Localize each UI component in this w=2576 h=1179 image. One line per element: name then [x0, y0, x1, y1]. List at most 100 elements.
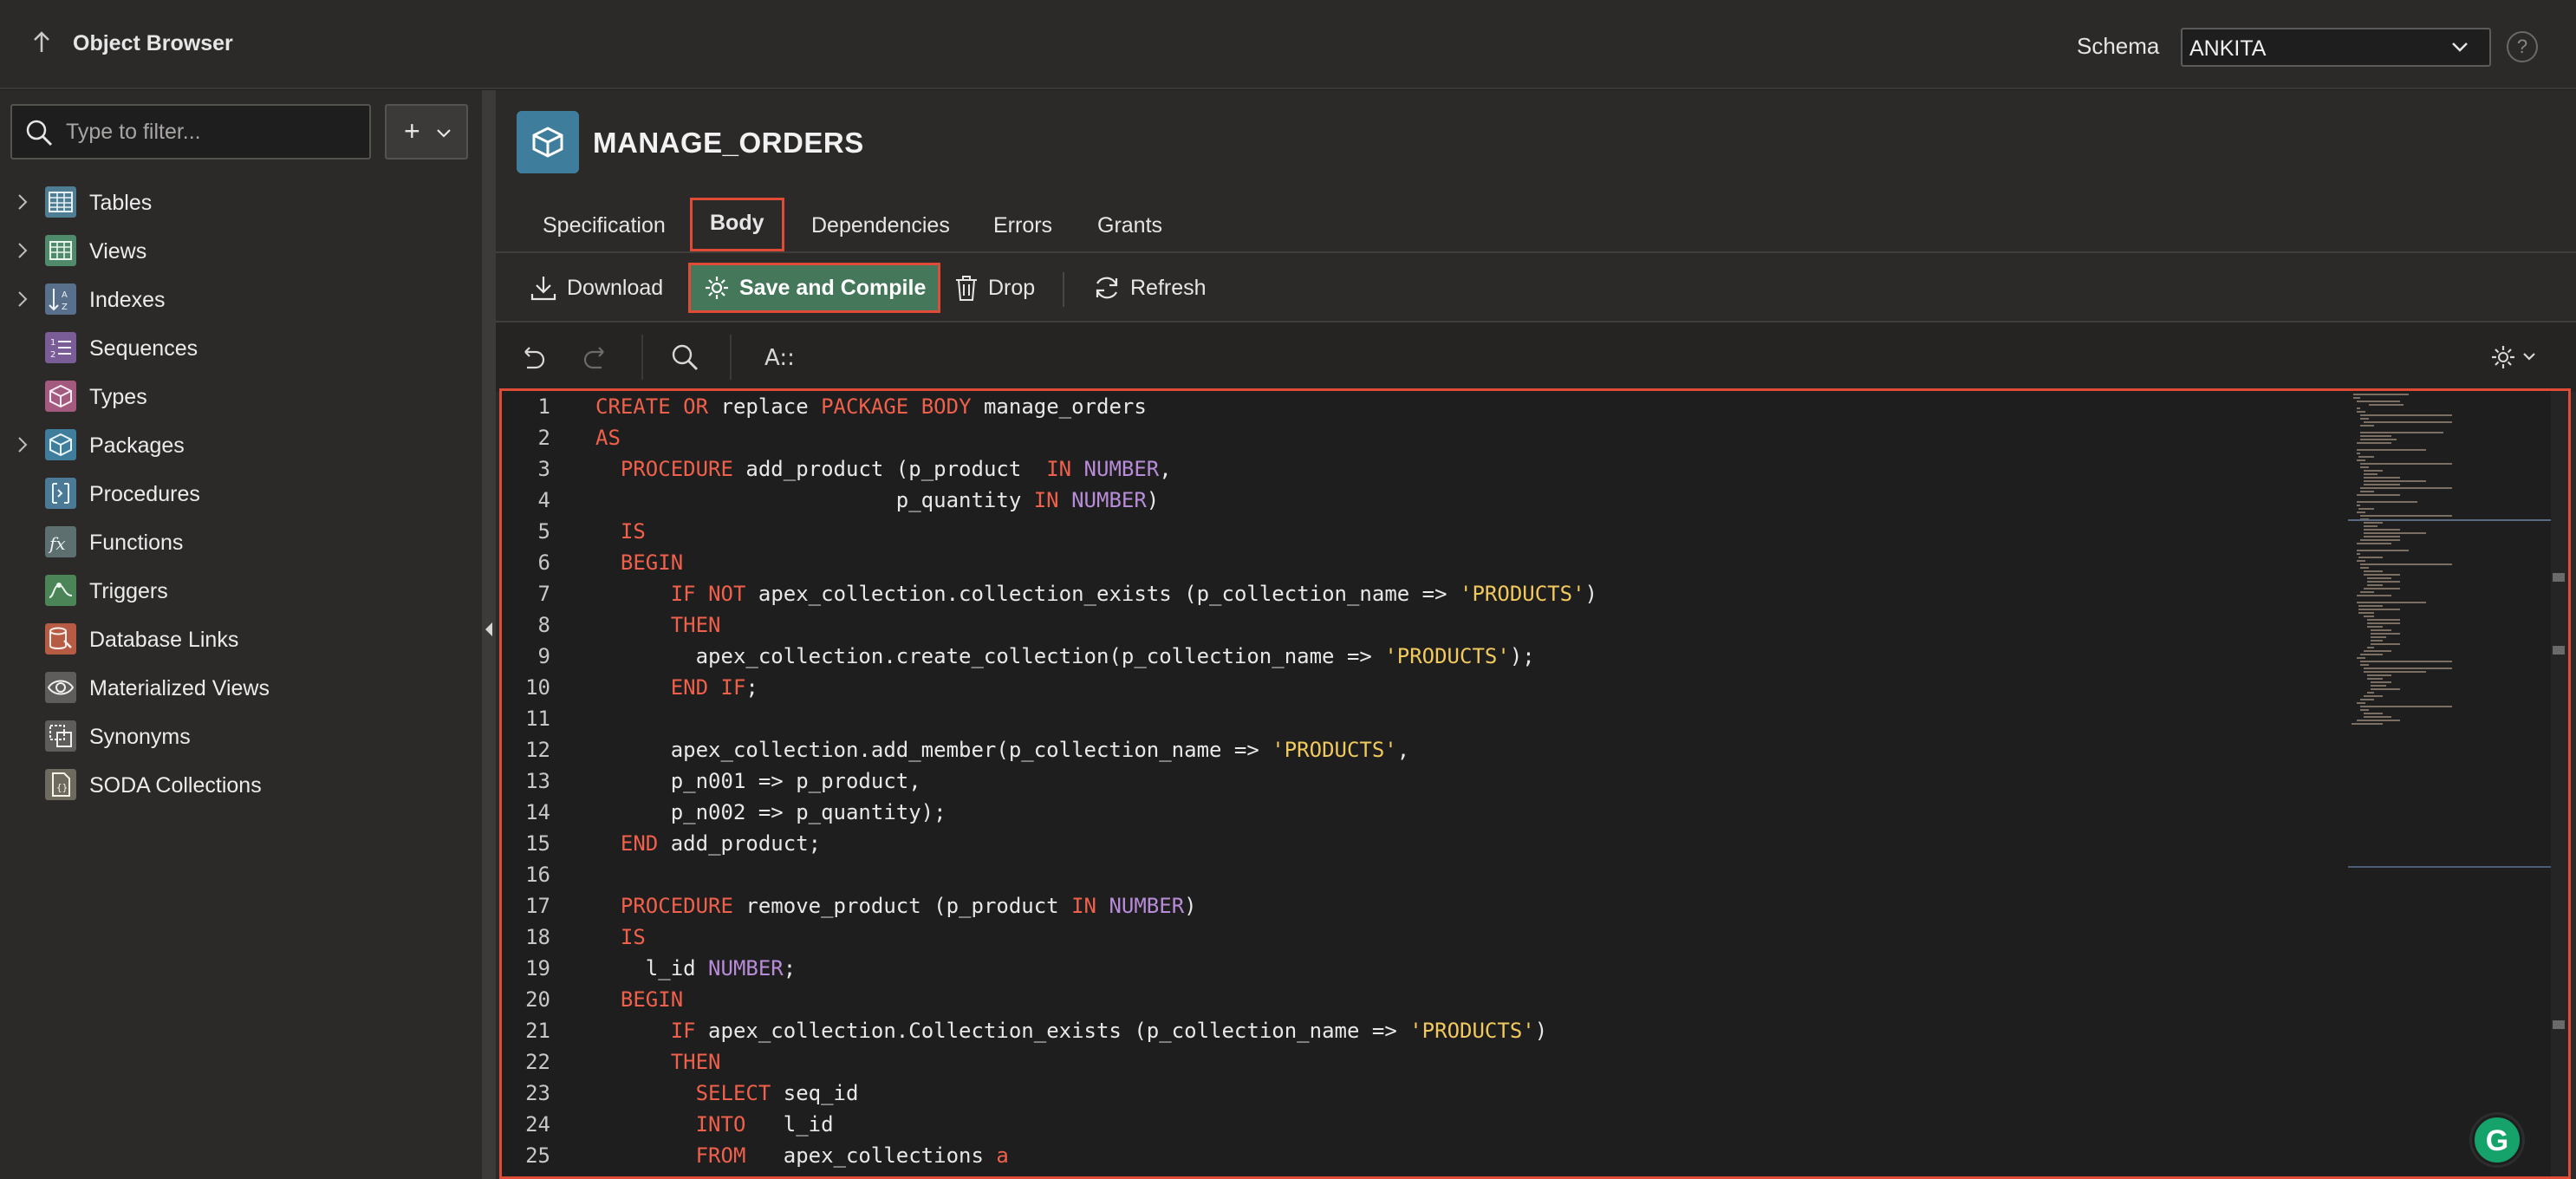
trash-icon — [956, 276, 977, 301]
tree-item-indexes[interactable]: AZ Indexes — [0, 277, 482, 321]
code-line: p_quantity IN NUMBER) — [595, 488, 1160, 512]
collapse-left-icon[interactable] — [484, 621, 494, 638]
tree-item-label: Sequences — [89, 336, 198, 361]
scroll-marker — [2553, 646, 2565, 655]
tree-item-packages[interactable]: Packages — [0, 423, 482, 466]
tree-item-materialized-views[interactable]: Materialized Views — [0, 666, 482, 709]
code-line: END add_product; — [620, 831, 822, 856]
redo-icon[interactable] — [581, 342, 612, 373]
refresh-button[interactable]: Refresh — [1092, 265, 1207, 310]
index-icon: AZ — [45, 283, 76, 315]
line-number: 1 — [537, 394, 550, 419]
line-number: 6 — [537, 550, 550, 575]
search-icon[interactable] — [669, 342, 700, 373]
download-button[interactable]: Download — [529, 265, 663, 310]
code-line: IF apex_collection.Collection_exists (p_… — [670, 1019, 1548, 1043]
grammarly-icon[interactable]: G — [2472, 1115, 2522, 1165]
font-size-icon[interactable]: A:: — [764, 345, 795, 371]
code-line: PROCEDURE add_product (p_product IN NUMB… — [620, 457, 1172, 481]
line-number: 2 — [537, 426, 550, 450]
panel-splitter[interactable] — [482, 90, 496, 1179]
tree-item-functions[interactable]: fx Functions — [0, 520, 482, 563]
tab-grants[interactable]: Grants — [1097, 201, 1162, 251]
tree-item-sequences[interactable]: 12 Sequences — [0, 326, 482, 369]
line-number: 25 — [525, 1143, 550, 1168]
tree-item-label: Synonyms — [89, 725, 191, 749]
scroll-marker — [2553, 1020, 2565, 1029]
tab-dependencies[interactable]: Dependencies — [811, 201, 950, 251]
schema-value: ANKITA — [2189, 36, 2267, 61]
gear-icon — [706, 277, 728, 299]
tab-body[interactable]: Body — [690, 198, 784, 251]
schema-select[interactable]: ANKITA — [2181, 28, 2491, 67]
chevron-down-icon — [2452, 42, 2468, 52]
code-line: IF NOT apex_collection.collection_exists… — [670, 582, 1597, 606]
code-editor[interactable]: 1 2 3 4 5 6 7 8 9 10 11 12 13 14 15 16 1… — [499, 388, 2571, 1179]
tree-item-label: SODA Collections — [89, 773, 262, 798]
drop-label: Drop — [988, 275, 1036, 300]
tree-item-procedures[interactable]: Procedures — [0, 472, 482, 515]
line-number: 18 — [525, 925, 550, 949]
line-number: 4 — [537, 488, 550, 512]
up-arrow-icon[interactable] — [31, 29, 52, 61]
package-icon — [45, 429, 76, 460]
refresh-label: Refresh — [1130, 275, 1207, 300]
toolbar-divider — [1063, 272, 1064, 307]
search-icon — [26, 120, 53, 147]
tree-item-soda-collections[interactable]: {} SODA Collections — [0, 763, 482, 806]
chevron-right-icon[interactable] — [16, 290, 29, 309]
line-number: 7 — [537, 582, 550, 606]
plus-icon: + — [404, 115, 420, 147]
tree-item-label: Triggers — [89, 579, 168, 603]
type-icon — [45, 381, 76, 412]
tree-item-tables[interactable]: Tables — [0, 180, 482, 224]
materialized-view-icon — [45, 672, 76, 703]
tree-item-triggers[interactable]: Triggers — [0, 569, 482, 612]
code-line: PROCEDURE remove_product (p_product IN N… — [620, 894, 1197, 918]
undo-icon[interactable] — [517, 342, 548, 373]
code-line: SELECT seq_id — [695, 1081, 859, 1105]
line-number: 16 — [525, 863, 550, 887]
tree-item-types[interactable]: Types — [0, 375, 482, 418]
code-line: THEN — [670, 613, 721, 637]
line-number: 14 — [525, 800, 550, 824]
save-and-compile-button[interactable]: Save and Compile — [688, 263, 941, 313]
line-number-gutter: 1 2 3 4 5 6 7 8 9 10 11 12 13 14 15 16 1… — [502, 391, 571, 1176]
save-and-compile-label: Save and Compile — [739, 275, 927, 300]
chevron-right-icon[interactable] — [16, 435, 29, 454]
help-icon[interactable]: ? — [2507, 31, 2538, 62]
settings-gear-icon[interactable] — [2489, 342, 2543, 373]
package-icon — [517, 111, 579, 173]
line-number: 19 — [525, 956, 550, 980]
filter-input[interactable] — [66, 114, 361, 149]
code-line: BEGIN — [620, 987, 684, 1012]
tab-specification[interactable]: Specification — [543, 201, 666, 251]
drop-button[interactable]: Drop — [953, 265, 1035, 310]
view-icon — [45, 235, 76, 266]
tab-errors[interactable]: Errors — [993, 201, 1052, 251]
code-line: l_id NUMBER; — [595, 956, 797, 980]
editor-toolbar: A:: — [496, 322, 2576, 392]
line-number: 5 — [537, 519, 550, 544]
refresh-icon — [1096, 277, 1118, 299]
tree-item-synonyms[interactable]: Synonyms — [0, 714, 482, 758]
code-minimap[interactable] — [2348, 391, 2556, 1179]
line-number: 17 — [525, 894, 550, 918]
code-line: AS — [595, 426, 621, 450]
tree-item-label: Views — [89, 239, 147, 264]
add-object-button[interactable]: + — [385, 104, 468, 160]
code-line: apex_collection.create_collection(p_coll… — [595, 644, 1535, 668]
chevron-right-icon[interactable] — [16, 241, 29, 260]
tree-item-database-links[interactable]: Database Links — [0, 617, 482, 661]
chevron-right-icon[interactable] — [16, 192, 29, 212]
vertical-scrollbar[interactable] — [2551, 391, 2568, 1176]
soda-collection-icon: {} — [45, 769, 76, 800]
code-line: CREATE OR replace PACKAGE BODY manage_or… — [595, 394, 1147, 419]
filter-field[interactable] — [10, 104, 371, 160]
synonym-icon — [45, 720, 76, 752]
code-line: END IF; — [670, 675, 758, 700]
svg-text:1: 1 — [50, 338, 55, 348]
editor-toolbar-divider — [641, 335, 643, 380]
tree-item-views[interactable]: Views — [0, 229, 482, 272]
tree-item-label: Tables — [89, 191, 153, 215]
